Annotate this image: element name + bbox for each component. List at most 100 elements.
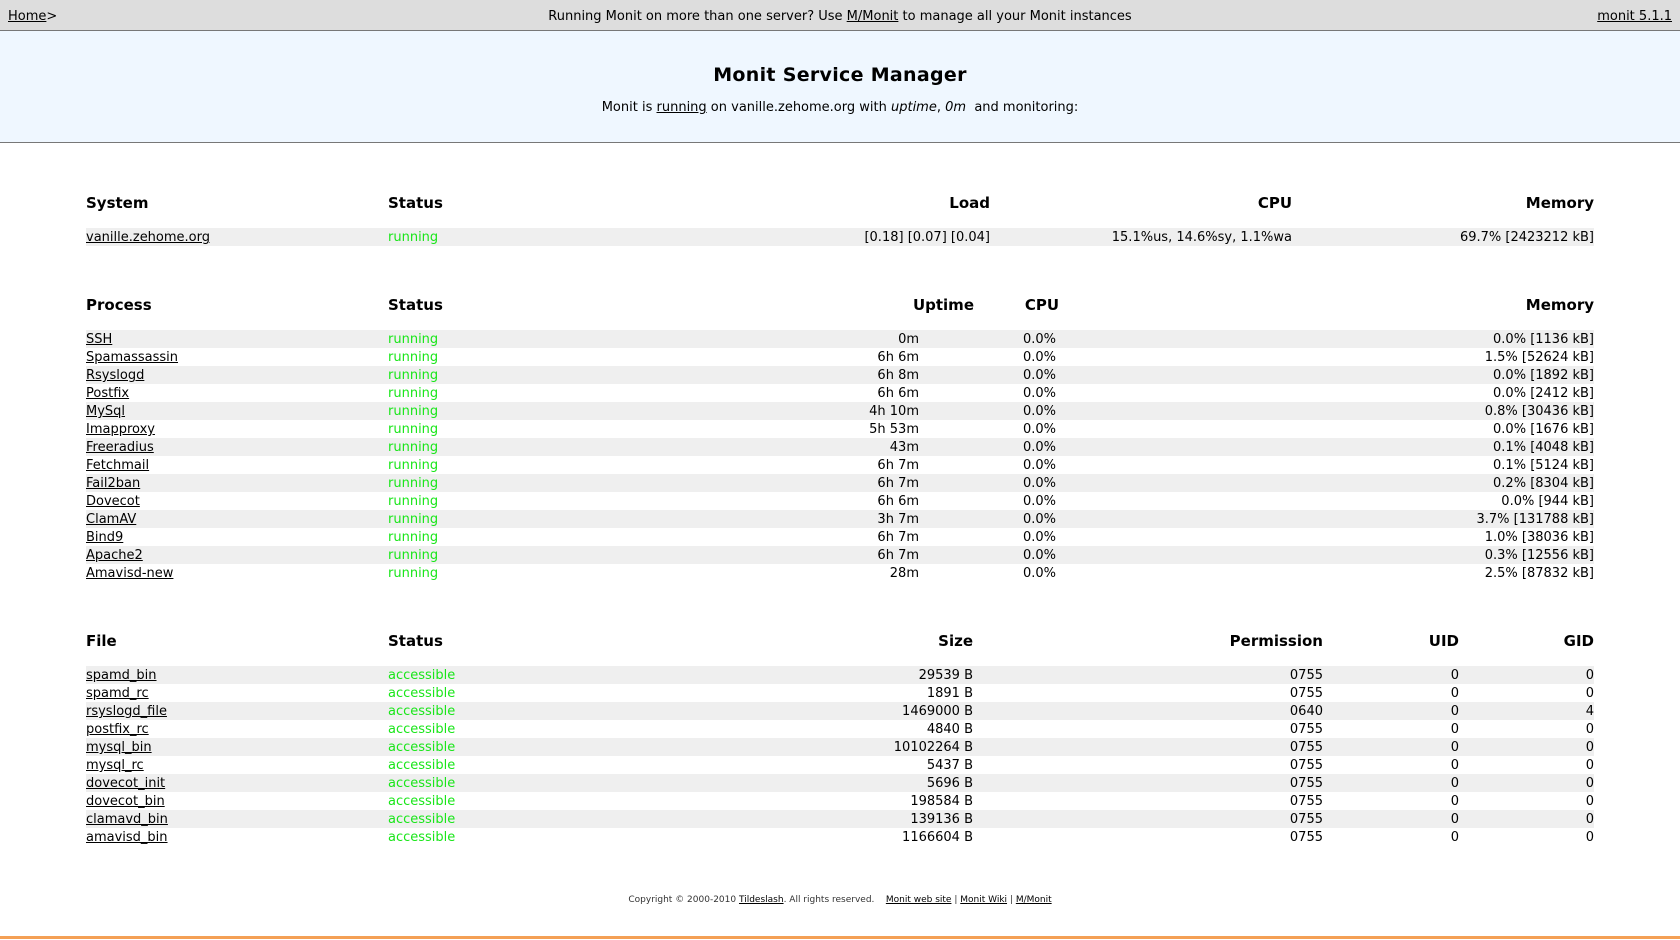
status-badge: accessible — [388, 740, 456, 755]
file-name-link[interactable]: spamd_rc — [86, 686, 149, 701]
process-memory-value: 0.8% [30436 kB] — [1484, 404, 1594, 419]
process-memory-value: 0.0% [944 kB] — [1501, 494, 1594, 509]
uptime-label: uptime — [890, 100, 937, 115]
file-name-link[interactable]: rsyslogd_file — [86, 704, 167, 719]
file-permission-value: 0640 — [1289, 704, 1323, 719]
rights-text: . All rights reserved. — [783, 895, 875, 905]
monit-website-link[interactable]: Monit web site — [886, 895, 952, 905]
process-row: Apache2 running 6h 7m 0.0% 0.3% [12556 kB] — [86, 546, 1594, 564]
process-name-link[interactable]: Spamassassin — [86, 350, 178, 365]
process-name-link[interactable]: Fetchmail — [86, 458, 149, 473]
process-uptime-value: 6h 7m — [877, 476, 919, 491]
process-uptime-value: 6h 6m — [877, 494, 919, 509]
file-size-value: 1166604 B — [902, 830, 973, 845]
mmonit-link[interactable]: M/Monit — [847, 9, 899, 24]
system-header-name: System — [86, 194, 149, 212]
process-name-link[interactable]: SSH — [86, 332, 112, 347]
file-header-size: Size — [938, 632, 973, 650]
file-name-link[interactable]: mysql_bin — [86, 740, 152, 755]
file-header-gid: GID — [1563, 632, 1594, 650]
file-row: mysql_rc accessible 5437 B 0755 0 0 — [86, 756, 1594, 774]
process-name-link[interactable]: ClamAV — [86, 512, 136, 527]
file-uid-value: 0 — [1450, 830, 1459, 845]
file-name-link[interactable]: mysql_rc — [86, 758, 144, 773]
process-table: Process Status Uptime CPU Memory SSH runn… — [86, 296, 1594, 586]
file-name-link[interactable]: amavisd_bin — [86, 830, 168, 845]
process-cpu-value: 0.0% — [1022, 368, 1056, 383]
process-header-cpu: CPU — [1024, 296, 1059, 314]
system-memory-value: 69.7% [2423212 kB] — [1459, 230, 1594, 245]
process-cpu-value: 0.0% — [1022, 494, 1056, 509]
file-gid-value: 0 — [1585, 740, 1594, 755]
process-name-link[interactable]: Postfix — [86, 386, 129, 401]
status-badge: running — [388, 350, 439, 365]
status-badge: running — [388, 566, 439, 581]
file-gid-value: 0 — [1585, 758, 1594, 773]
process-name-link[interactable]: Rsyslogd — [86, 368, 144, 383]
file-uid-value: 0 — [1450, 794, 1459, 809]
process-memory-value: 0.0% [1136 kB] — [1493, 332, 1594, 347]
file-name-link[interactable]: postfix_rc — [86, 722, 149, 737]
process-memory-value: 1.5% [52624 kB] — [1484, 350, 1594, 365]
status-badge: accessible — [388, 668, 456, 683]
footer-mmonit-link[interactable]: M/Monit — [1016, 895, 1052, 905]
version-link[interactable]: monit 5.1.1 — [1597, 9, 1672, 24]
process-name-link[interactable]: Bind9 — [86, 530, 123, 545]
system-header-cpu: CPU — [1257, 194, 1292, 212]
running-link[interactable]: running — [657, 100, 707, 115]
process-row: Bind9 running 6h 7m 0.0% 1.0% [38036 kB] — [86, 528, 1594, 546]
system-header-status: Status — [388, 194, 443, 212]
file-row: spamd_rc accessible 1891 B 0755 0 0 — [86, 684, 1594, 702]
file-name-link[interactable]: dovecot_bin — [86, 794, 165, 809]
footer-separator: | — [954, 895, 958, 905]
file-gid-value: 4 — [1585, 704, 1594, 719]
process-row: Fetchmail running 6h 7m 0.0% 0.1% [5124 kB] — [86, 456, 1594, 474]
status-badge: accessible — [388, 704, 456, 719]
monit-status-line: Monit is running on vanille.zehome.org w… — [0, 100, 1680, 115]
process-cpu-value: 0.0% — [1022, 512, 1056, 527]
file-uid-value: 0 — [1450, 776, 1459, 791]
process-name-link[interactable]: Dovecot — [86, 494, 140, 509]
process-uptime-value: 43m — [889, 440, 919, 455]
process-row: Postfix running 6h 6m 0.0% 0.0% [2412 kB] — [86, 384, 1594, 402]
system-name-link[interactable]: vanille.zehome.org — [86, 230, 210, 245]
file-name-link[interactable]: dovecot_init — [86, 776, 165, 791]
process-name-link[interactable]: Freeradius — [86, 440, 154, 455]
monit-wiki-link[interactable]: Monit Wiki — [960, 895, 1007, 905]
footer: Copyright © 2000-2010 Tildeslash. All ri… — [0, 895, 1680, 905]
file-row: rsyslogd_file accessible 1469000 B 0640 0 4 — [86, 702, 1594, 720]
process-memory-value: 3.7% [131788 kB] — [1476, 512, 1594, 527]
process-name-link[interactable]: Imapproxy — [86, 422, 155, 437]
process-row: Freeradius running 43m 0.0% 0.1% [4048 kB] — [86, 438, 1594, 456]
process-memory-value: 2.5% [87832 kB] — [1484, 566, 1594, 581]
status-text-host: on vanille.zehome.org with — [706, 100, 891, 115]
status-badge: running — [388, 512, 439, 527]
file-name-link[interactable]: spamd_bin — [86, 668, 157, 683]
process-name-link[interactable]: Fail2ban — [86, 476, 140, 491]
file-header-uid: UID — [1428, 632, 1459, 650]
process-name-link[interactable]: Amavisd-new — [86, 566, 173, 581]
file-uid-value: 0 — [1450, 686, 1459, 701]
status-badge: running — [388, 386, 439, 401]
file-row: clamavd_bin accessible 139136 B 0755 0 0 — [86, 810, 1594, 828]
process-uptime-value: 6h 7m — [877, 458, 919, 473]
file-name-link[interactable]: clamavd_bin — [86, 812, 168, 827]
file-size-value: 29539 B — [918, 668, 973, 683]
file-gid-value: 0 — [1585, 722, 1594, 737]
process-cpu-value: 0.0% — [1022, 386, 1056, 401]
process-row: Imapproxy running 5h 53m 0.0% 0.0% [1676 kB] — [86, 420, 1594, 438]
process-name-link[interactable]: MySql — [86, 404, 125, 419]
tildeslash-link[interactable]: Tildeslash — [739, 895, 784, 905]
file-uid-value: 0 — [1450, 812, 1459, 827]
process-uptime-value: 6h 7m — [877, 548, 919, 563]
process-header-memory: Memory — [1525, 296, 1594, 314]
file-uid-value: 0 — [1450, 722, 1459, 737]
file-size-value: 5696 B — [926, 776, 973, 791]
system-header-load: Load — [949, 194, 990, 212]
file-size-value: 4840 B — [926, 722, 973, 737]
footer-separator: | — [1009, 895, 1013, 905]
file-row: dovecot_bin accessible 198584 B 0755 0 0 — [86, 792, 1594, 810]
system-load-value: [0.18] [0.07] [0.04] — [864, 230, 990, 245]
process-name-link[interactable]: Apache2 — [86, 548, 143, 563]
status-badge: running — [388, 422, 439, 437]
